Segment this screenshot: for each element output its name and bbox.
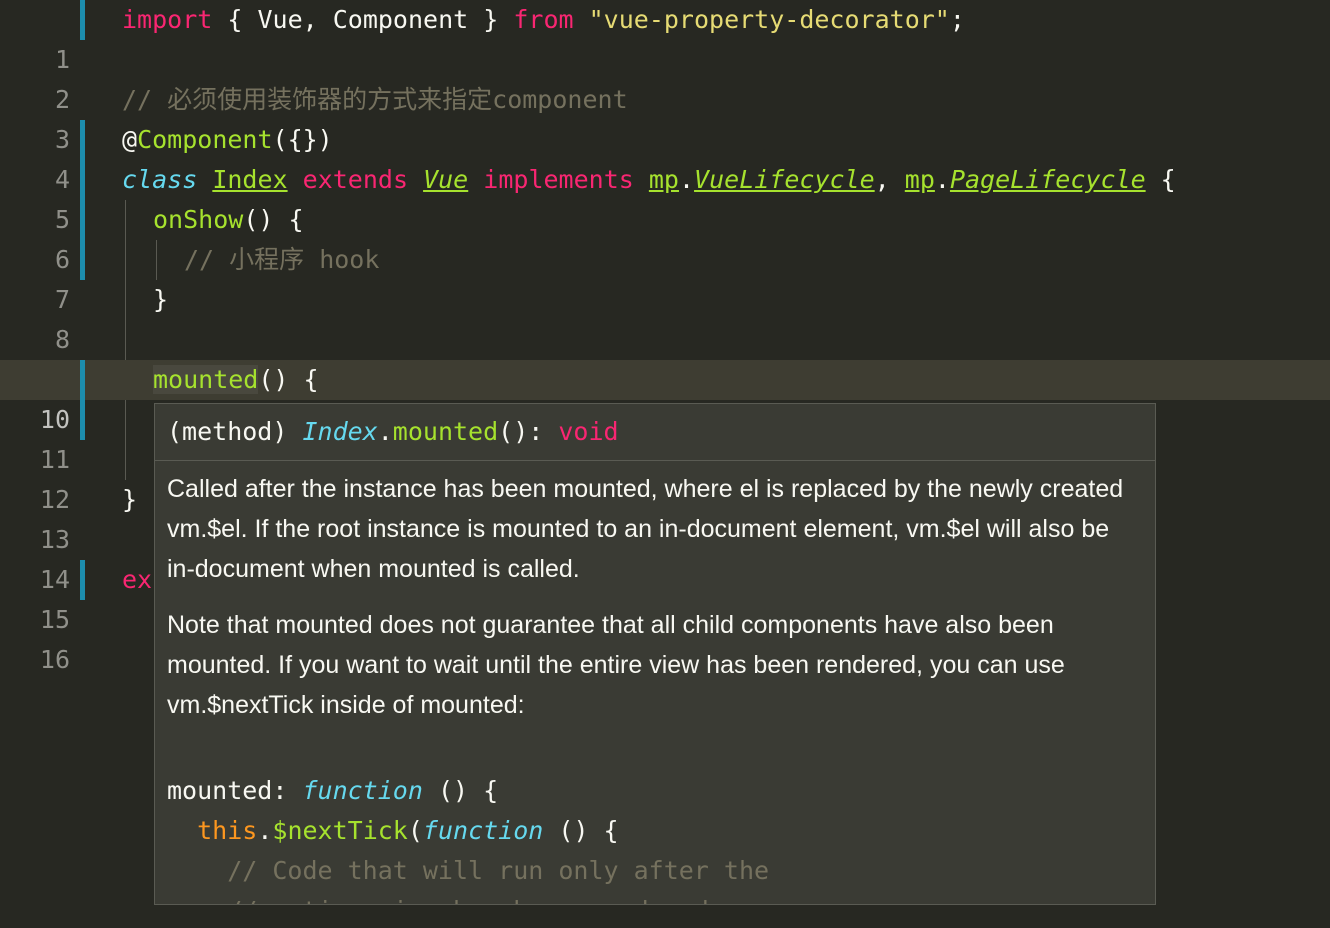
open-brace: { bbox=[1145, 165, 1176, 194]
line-number: 16 bbox=[39, 645, 70, 674]
git-change-marker bbox=[80, 560, 85, 600]
class-name: Index bbox=[212, 165, 288, 194]
code-line-2[interactable]: 2 bbox=[0, 40, 1330, 114]
comment: // 必须使用装饰器的方式来指定component bbox=[122, 85, 628, 114]
code-token: function bbox=[302, 776, 423, 805]
namespace: mp bbox=[904, 165, 935, 194]
git-change-marker bbox=[80, 200, 85, 240]
sig-method: mounted bbox=[392, 417, 499, 446]
sig-kind: (method) bbox=[167, 417, 303, 446]
code-line-1[interactable]: 1 import { Vue, Component } from "vue-pr… bbox=[0, 0, 1330, 74]
code-line-7[interactable]: 7 // 小程序 hook bbox=[0, 240, 1330, 314]
code-token: () { bbox=[543, 816, 619, 845]
code-token: this bbox=[197, 816, 258, 845]
code-line-3[interactable]: 3 // 必须使用装饰器的方式来指定component bbox=[0, 80, 1330, 154]
code-token: . bbox=[257, 816, 273, 845]
sig-class: Index bbox=[302, 417, 378, 446]
code-line-9[interactable]: 9 bbox=[0, 320, 1330, 394]
interface-name: PageLifecycle bbox=[949, 165, 1146, 194]
keyword-export-partial: ex bbox=[122, 565, 153, 594]
decorator-args: ({}) bbox=[272, 125, 333, 154]
method-params: () { bbox=[243, 205, 304, 234]
doc-paragraph: Called after the instance has been mount… bbox=[167, 475, 1124, 583]
sig-paren: (): bbox=[498, 417, 559, 446]
git-change-marker bbox=[80, 120, 85, 160]
code-token: mounted: bbox=[167, 776, 303, 805]
code-line-4[interactable]: 4 @Component({}) bbox=[0, 120, 1330, 194]
hover-signature: (method) Index.mounted(): void bbox=[155, 404, 1155, 461]
base-class: Vue bbox=[423, 165, 469, 194]
method-params: () { bbox=[258, 365, 319, 394]
comment: // 小程序 hook bbox=[184, 245, 380, 274]
hover-code-example: mounted: function () { this.$nextTick(fu… bbox=[155, 731, 1155, 904]
keyword-from: from bbox=[513, 5, 574, 34]
close-brace: } bbox=[122, 485, 138, 514]
code-editor[interactable]: 1 import { Vue, Component } from "vue-pr… bbox=[0, 0, 1330, 928]
doc-paragraph: Note that mounted does not guarantee tha… bbox=[167, 611, 1065, 719]
hover-tooltip: (method) Index.mounted(): void Called af… bbox=[154, 403, 1156, 905]
interface-name: VueLifecycle bbox=[694, 165, 875, 194]
module-string: "vue-property-decorator" bbox=[573, 5, 950, 34]
hover-documentation: Called after the instance has been mount… bbox=[155, 461, 1155, 725]
decorator-name: Component bbox=[137, 125, 273, 154]
sig-dot: . bbox=[377, 417, 393, 446]
method-name: onShow bbox=[153, 205, 244, 234]
code-comment: // entire view has been rendered bbox=[227, 896, 709, 904]
git-change-marker bbox=[80, 240, 85, 280]
code-comment: // Code that will run only after the bbox=[227, 856, 770, 885]
comma: , bbox=[874, 165, 905, 194]
decorator-at: @ bbox=[122, 125, 138, 154]
keyword-extends: extends bbox=[302, 165, 409, 194]
code-token: $nextTick bbox=[272, 816, 408, 845]
code-token: () { bbox=[422, 776, 499, 805]
import-specifiers: { Vue, Component } bbox=[212, 5, 514, 34]
code-line-6[interactable]: 6 onShow() { bbox=[0, 200, 1330, 274]
dot: . bbox=[934, 165, 950, 194]
code-token: function bbox=[422, 816, 544, 845]
git-change-marker bbox=[80, 360, 85, 400]
code-line-8[interactable]: 8 } bbox=[0, 280, 1330, 354]
semicolon: ; bbox=[949, 5, 965, 34]
keyword-implements: implements bbox=[483, 165, 634, 194]
keyword-class: class bbox=[122, 165, 198, 194]
close-brace: } bbox=[153, 285, 169, 314]
code-line-10[interactable]: 10 mounted() { bbox=[0, 360, 1330, 434]
sig-return-type: void bbox=[558, 417, 619, 446]
dot: . bbox=[678, 165, 695, 194]
code-line-5[interactable]: 5 class Index extends Vue implements mp.… bbox=[0, 160, 1330, 234]
code-token: ( bbox=[407, 816, 423, 845]
keyword-import: import bbox=[122, 5, 213, 34]
git-change-marker bbox=[80, 400, 85, 440]
namespace: mp bbox=[648, 165, 679, 194]
git-change-marker bbox=[80, 160, 85, 200]
method-name-hovered[interactable]: mounted bbox=[153, 365, 259, 394]
git-change-marker bbox=[80, 0, 85, 40]
